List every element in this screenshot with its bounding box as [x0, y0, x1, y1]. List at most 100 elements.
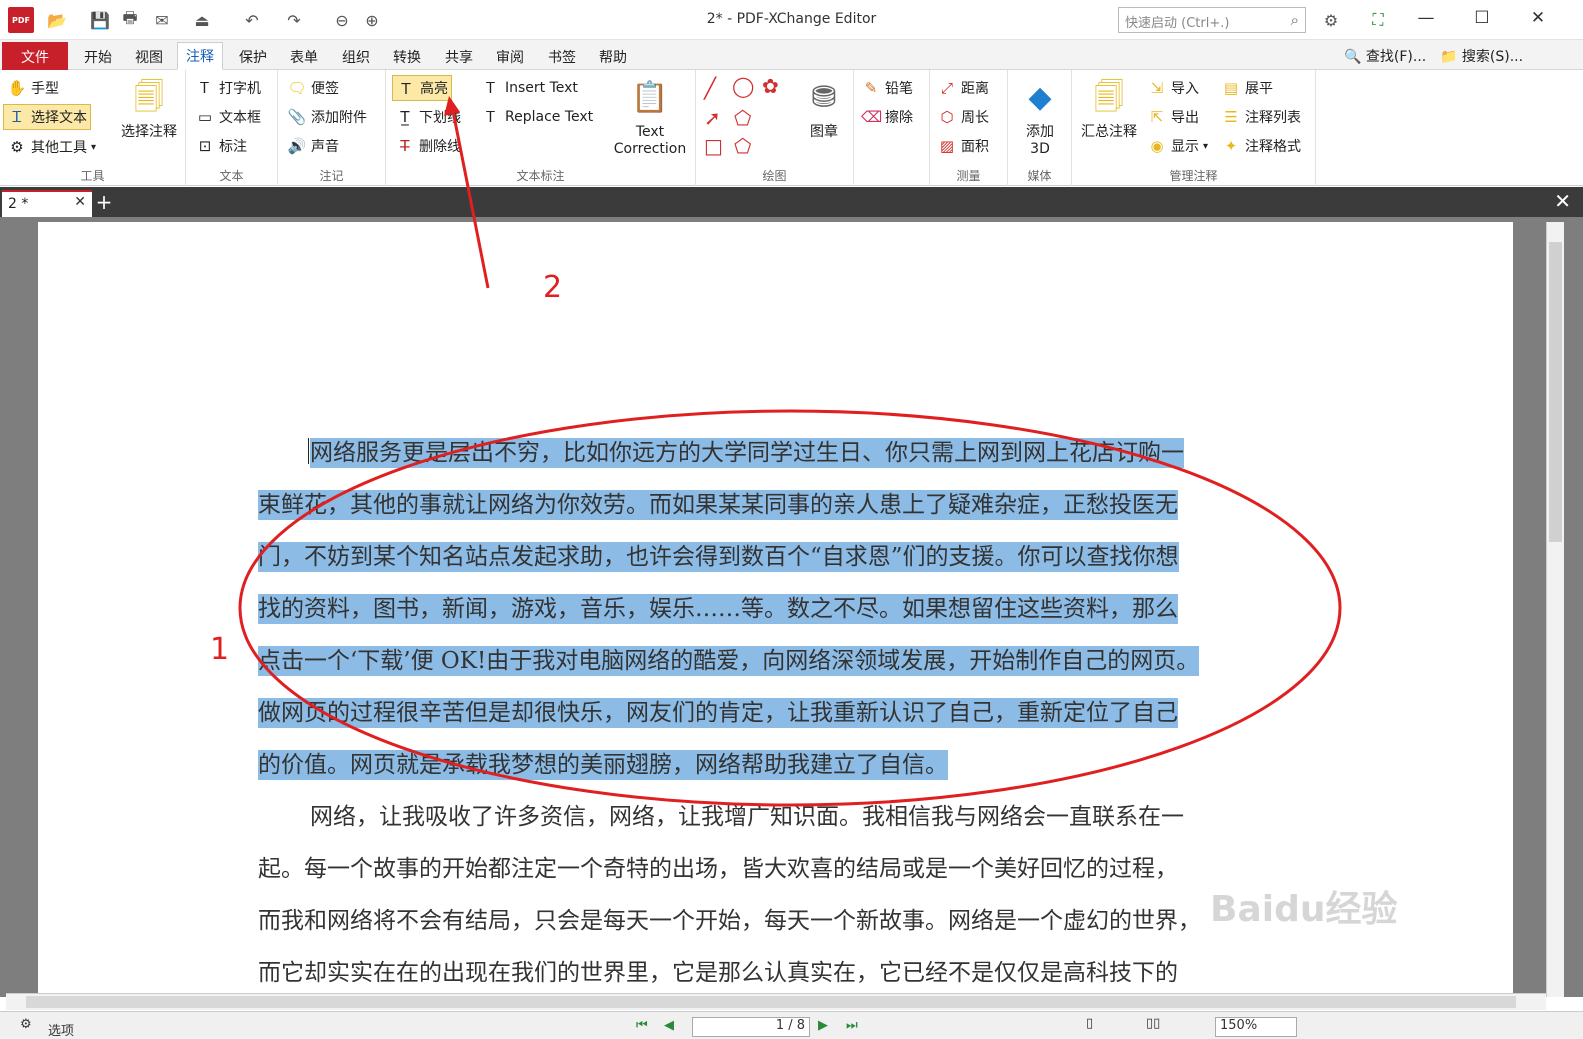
tab-form[interactable]: 表单	[282, 44, 326, 69]
tab-protect[interactable]: 保护	[231, 44, 275, 69]
single-page-icon[interactable]: ▯	[1086, 1016, 1093, 1031]
text-line[interactable]: 而我和网络将不会有结局，只会是每天一个开始，每天一个新故事。网络是一个虚幻的世界…	[258, 906, 1201, 936]
highlight-icon: Ｔ	[398, 79, 414, 98]
zoom-select[interactable]: 150%	[1215, 1017, 1297, 1037]
flatten-button[interactable]: ▤ 展平	[1218, 75, 1276, 101]
show-button[interactable]: ◉ 显示 ▾	[1144, 133, 1211, 159]
horizontal-scroll-thumb[interactable]	[26, 996, 1516, 1008]
text-line[interactable]: 的价值。网页就是承载我梦想的美丽翅膀，网络帮助我建立了自信。	[258, 750, 948, 780]
options-button[interactable]: 选项	[48, 1020, 74, 1039]
text-line[interactable]: 网络服务更是层出不穷，比如你远方的大学同学过生日、你只需上网到网上花店订购一	[310, 438, 1184, 468]
insert-text-button[interactable]: Ꭲ Insert Text	[478, 75, 581, 101]
tab-convert[interactable]: 转换	[385, 44, 429, 69]
vertical-scrollbar[interactable]	[1546, 222, 1564, 997]
close-document-icon[interactable]: ✕	[1554, 189, 1571, 213]
sound-button[interactable]: 🔊 声音	[284, 133, 342, 159]
callout-button[interactable]: ⊡ 标注	[192, 133, 250, 159]
underline-button[interactable]: T̲ 下划线	[392, 104, 464, 130]
select-text-button[interactable]: Ꮖ 选择文本	[3, 104, 91, 130]
next-page-icon[interactable]: ▶	[818, 1018, 828, 1033]
replace-text-icon: Ꭲ	[486, 108, 496, 126]
strikeout-button[interactable]: T̶ 删除线	[392, 133, 464, 159]
text-correction-icon: 📋	[631, 80, 669, 115]
replace-text-button[interactable]: Ꭲ Replace Text	[478, 104, 596, 130]
attach-file-button[interactable]: 📎 添加附件	[284, 104, 370, 130]
text-line[interactable]: 做网页的过程很辛苦但是却很快乐，网友们的肯定，让我重新认识了自己，重新定位了自己	[258, 698, 1178, 728]
rectangle-tool-icon[interactable]: □	[704, 134, 723, 158]
tab-help[interactable]: 帮助	[591, 44, 635, 69]
prev-page-icon[interactable]: ◀	[664, 1018, 674, 1033]
attach-label: 添加附件	[311, 110, 367, 126]
select-annotation-button[interactable]: 🗐 选择注释	[114, 76, 184, 141]
cloud-tool-icon[interactable]: ✿	[762, 74, 779, 98]
minimize-button[interactable]: —	[1406, 8, 1446, 32]
export-button[interactable]: ⇱ 导出	[1144, 104, 1202, 130]
tab-home[interactable]: 开始	[76, 44, 120, 69]
select-annotation-icon: 🗐	[134, 80, 164, 115]
hand-tool-button[interactable]: ✋ 手型	[4, 75, 62, 101]
add-3d-button[interactable]: ◆ 添加 3D	[1012, 76, 1068, 158]
sticky-note-button[interactable]: 🗨 便签	[284, 75, 342, 101]
flatten-label: 展平	[1245, 81, 1273, 97]
polyline-tool-icon[interactable]: ⬠	[734, 106, 751, 130]
text-line[interactable]: 点击一个‘下载’便 OK!由于我对电脑网络的酷爱，向网络深领域发展，开始制作自己…	[258, 646, 1200, 676]
text-line[interactable]: 起。每一个故事的开始都注定一个奇特的出场，皆大欢喜的结局或是一个美好回忆的过程，	[258, 854, 1178, 884]
quick-launch-input[interactable]: 快速启动 (Ctrl+.) ⌕	[1118, 7, 1306, 33]
add-3d-label-2: 3D	[1030, 141, 1050, 157]
text-correction-button[interactable]: 📋 Text Correction	[608, 76, 692, 158]
last-page-icon[interactable]: ⏭	[846, 1018, 858, 1033]
text-line[interactable]: 门，不妨到某个知名站点发起求助，也许会得到数百个“自求恩”们的支援。你可以查找你…	[258, 542, 1179, 572]
line-tool-icon[interactable]: ╱	[704, 76, 716, 100]
textbox-button[interactable]: ▭ 文本框	[192, 104, 264, 130]
pencil-button[interactable]: ✎ 铅笔	[858, 75, 916, 101]
page-number-input[interactable]: 1 / 8	[692, 1017, 810, 1037]
ui-options-icon[interactable]: ⚙	[1316, 7, 1346, 33]
other-tools-button[interactable]: ⚙ 其他工具 ▾	[4, 134, 99, 160]
area-button[interactable]: ▨ 面积	[934, 133, 992, 159]
text-line[interactable]: 束鲜花，其他的事就让网络为你效劳。而如果某某同事的亲人患上了疑难杂症，正愁投医无	[258, 490, 1178, 520]
tab-review[interactable]: 审阅	[488, 44, 532, 69]
distance-button[interactable]: ⤢ 距离	[934, 75, 992, 101]
fullscreen-icon[interactable]: ⛶	[1366, 7, 1390, 33]
oval-tool-icon[interactable]: ◯	[732, 74, 754, 98]
search-icon[interactable]: ⌕	[1291, 11, 1299, 29]
quick-launch-placeholder: 快速启动 (Ctrl+.)	[1125, 16, 1230, 31]
close-tab-icon[interactable]: ✕	[74, 194, 86, 210]
text-line[interactable]: 找的资料，图书，新闻，游戏，音乐，娱乐……等。数之不尽。如果想留住这些资料，那么	[258, 594, 1178, 624]
stamp-button[interactable]: ⛃ 图章	[796, 76, 852, 141]
tab-comment[interactable]: 注释	[177, 42, 223, 70]
summarize-button[interactable]: 🗐 汇总注释	[1076, 76, 1142, 141]
group-media: ◆ 添加 3D 媒体	[1008, 70, 1072, 186]
group-label-tools: 工具	[80, 169, 105, 183]
tab-organize[interactable]: 组织	[334, 44, 378, 69]
two-page-icon[interactable]: ▯▯	[1146, 1016, 1160, 1031]
maximize-button[interactable]: ☐	[1462, 8, 1502, 32]
search-button[interactable]: 📁 搜索(S)...	[1440, 46, 1523, 66]
horizontal-scrollbar[interactable]	[6, 993, 1546, 1010]
settings-gear-icon[interactable]: ⚙	[20, 1017, 32, 1032]
tab-view[interactable]: 视图	[127, 44, 171, 69]
typewriter-button[interactable]: Ꭲ 打字机	[192, 75, 264, 101]
first-page-icon[interactable]: ⏮	[636, 1018, 648, 1033]
new-tab-button[interactable]: +	[94, 190, 114, 214]
tab-bookmarks[interactable]: 书签	[540, 44, 584, 69]
vertical-scroll-thumb[interactable]	[1549, 242, 1562, 542]
tab-file[interactable]: 文件	[2, 42, 68, 70]
document-tab[interactable]: 2 * ✕	[2, 190, 92, 217]
text-line[interactable]: 而它却实实在在的出现在我们的世界里，它是那么认真实在，它已经不是仅仅是高科技下的	[258, 958, 1178, 988]
text-line[interactable]: 网络，让我吸收了许多资信，网络，让我增广知识面。我相信我与网络会一直联系在一	[310, 802, 1184, 832]
annotation-list-button[interactable]: ☰ 注释列表	[1218, 104, 1304, 130]
find-button[interactable]: 🔍 查找(F)...	[1344, 46, 1426, 66]
close-window-button[interactable]: ✕	[1518, 8, 1558, 32]
annotation-format-button[interactable]: ✦ 注释格式	[1218, 133, 1304, 159]
distance-label: 距离	[961, 81, 989, 97]
arrow-tool-icon[interactable]: ➚	[704, 106, 721, 130]
highlight-button[interactable]: Ｔ 高亮	[392, 75, 452, 101]
import-button[interactable]: ⇲ 导入	[1144, 75, 1202, 101]
perimeter-button[interactable]: ⬡ 周长	[934, 104, 992, 130]
import-icon: ⇲	[1150, 79, 1164, 97]
eraser-button[interactable]: ⌫ 擦除	[858, 104, 916, 130]
polygon-tool-icon[interactable]: ⬠	[734, 134, 751, 158]
tab-share[interactable]: 共享	[437, 44, 481, 69]
export-icon: ⇱	[1150, 108, 1164, 126]
